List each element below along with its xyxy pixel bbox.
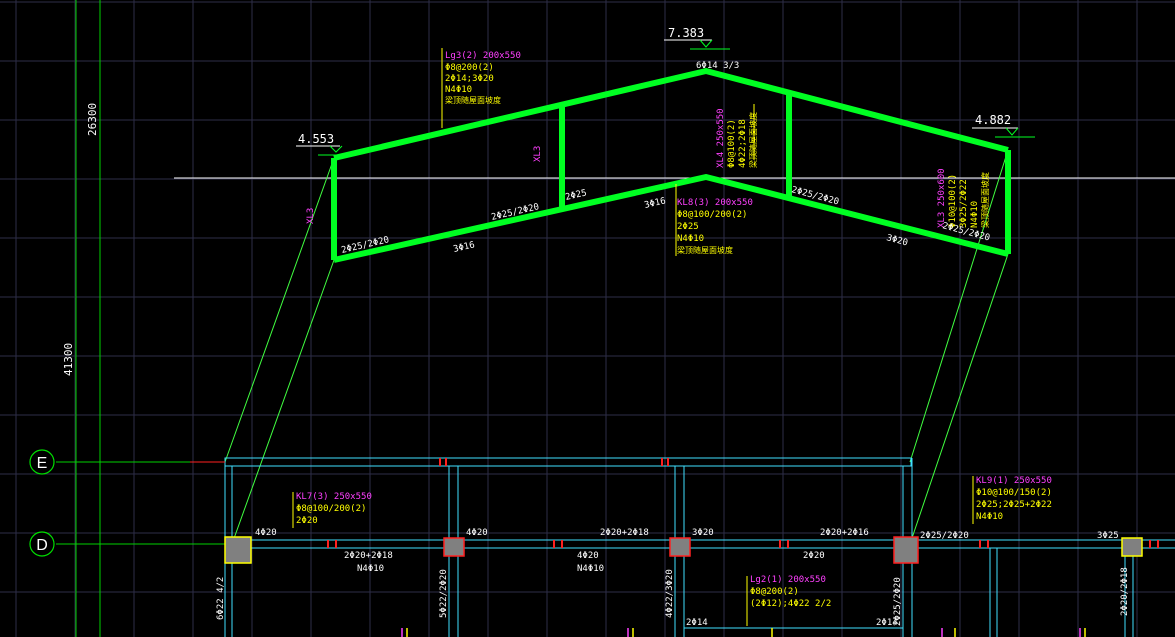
d-3b20: 3Φ20 — [692, 528, 714, 538]
kl8-bars: 2Φ25 — [677, 222, 699, 232]
xl4-stirrup: Φ8@100(2) — [727, 119, 737, 168]
xl3-stirrup: Φ10@100(2) — [948, 174, 958, 228]
v-6b22: 6Φ22 4/2 — [216, 577, 226, 620]
xl4-name: XL4 250x550 — [716, 108, 726, 168]
column-2 — [443, 537, 465, 557]
d-2b25-2b20: 2Φ25/2Φ20 — [920, 531, 969, 541]
d-3b25: 3Φ25 — [1097, 531, 1119, 541]
kl7-stirrup: Φ8@100/200(2) — [296, 504, 366, 514]
xl3-note: 梁顶随屋面坡度 — [980, 172, 990, 228]
elevation-right: 4.882 — [975, 113, 1011, 127]
v-5b22: 5Φ22/2Φ20 — [439, 569, 449, 618]
lg3-stirrup: Φ8@200(2) — [445, 63, 494, 73]
d-n4b10-1: N4Φ10 — [357, 564, 384, 574]
axis-bubble-d[interactable]: D — [29, 531, 55, 557]
column-4 — [893, 536, 919, 564]
kl9-name: KL9(1) 250x550 — [976, 476, 1052, 486]
dimension-26300: 26300 — [86, 103, 99, 136]
xl3-name: XL3 250x600 — [937, 168, 947, 228]
d-4b20-2: 4Φ20 — [466, 528, 488, 538]
kl7-bars: 2Φ20 — [296, 516, 318, 526]
lg2-stirrup: Φ8@200(2) — [750, 587, 799, 597]
tag-xl3-mid: XL3 — [533, 146, 543, 162]
lg2-name: Lg2(1) 200x550 — [750, 575, 826, 585]
d-2b20-2b18: 2Φ20+2Φ18 — [600, 528, 649, 538]
axis-bubble-e[interactable]: E — [29, 449, 55, 475]
v-2b20: 2Φ20/2Φ18 — [1120, 567, 1130, 616]
xl3-bars: 3Φ25/2Φ22 — [959, 179, 969, 228]
d-2b20-2b16: 2Φ20+2Φ16 — [820, 528, 869, 538]
v-2b25: 2Φ25/2Φ20 — [893, 577, 903, 626]
kl9-stirrup: Φ10@100/150(2) — [976, 488, 1052, 498]
column-1 — [224, 536, 252, 564]
kl7-name: KL7(3) 250x550 — [296, 492, 372, 502]
lg3-waist: N4Φ10 — [445, 85, 472, 95]
column-3 — [669, 537, 691, 557]
d-2b20-low: 2Φ20 — [803, 551, 825, 561]
d-n4b10-2: N4Φ10 — [577, 564, 604, 574]
kl8-note: 梁顶随屋面坡度 — [677, 245, 733, 255]
tag-xl3-left: XL3 — [306, 208, 316, 224]
lg2-bars: (2Φ12);4Φ22 2/2 — [750, 599, 831, 609]
xl4-note: 梁顶随屋面坡度 — [748, 112, 758, 168]
elevation-left: 4.553 — [298, 132, 334, 146]
column-5 — [1121, 537, 1143, 557]
kl9-waist: N4Φ10 — [976, 512, 1003, 522]
d-4b20-1: 4Φ20 — [255, 528, 277, 538]
lg3-bars: 2Φ14;3Φ20 — [445, 74, 494, 84]
lg3-note: 梁顶随屋面坡度 — [445, 95, 501, 105]
axis-bubble-e-label: E — [37, 455, 48, 472]
axis-bubble-d-label: D — [36, 537, 48, 554]
kl8-stirrup: Φ8@100/200(2) — [677, 210, 747, 220]
kl9-bars: 2Φ25;2Φ25+2Φ22 — [976, 500, 1052, 510]
cad-drawing-canvas[interactable]: 26300 41300 E D 4.553 7.383 4.882 Lg3(2)… — [0, 0, 1175, 637]
xl3-waist: N4Φ10 — [970, 201, 980, 228]
lg3-name: Lg3(2) 200x550 — [445, 51, 521, 61]
v-4b22: 4Φ22/3Φ20 — [665, 569, 675, 618]
kl8-waist: N4Φ10 — [677, 234, 704, 244]
d-2b20-2b18-low: 2Φ20+2Φ18 — [344, 551, 393, 561]
xl4-bars: 4Φ22;2Φ18 — [738, 119, 748, 168]
elevation-top: 7.383 — [668, 26, 704, 40]
dimension-41300: 41300 — [62, 343, 75, 376]
ridge-top-bars: 6Φ14 3/3 — [696, 61, 739, 71]
kl8-name: KL8(3) 200x550 — [677, 198, 753, 208]
background — [0, 0, 1175, 637]
d-2b14-1: 2Φ14 — [686, 618, 708, 628]
d-4b20-low: 4Φ20 — [577, 551, 599, 561]
